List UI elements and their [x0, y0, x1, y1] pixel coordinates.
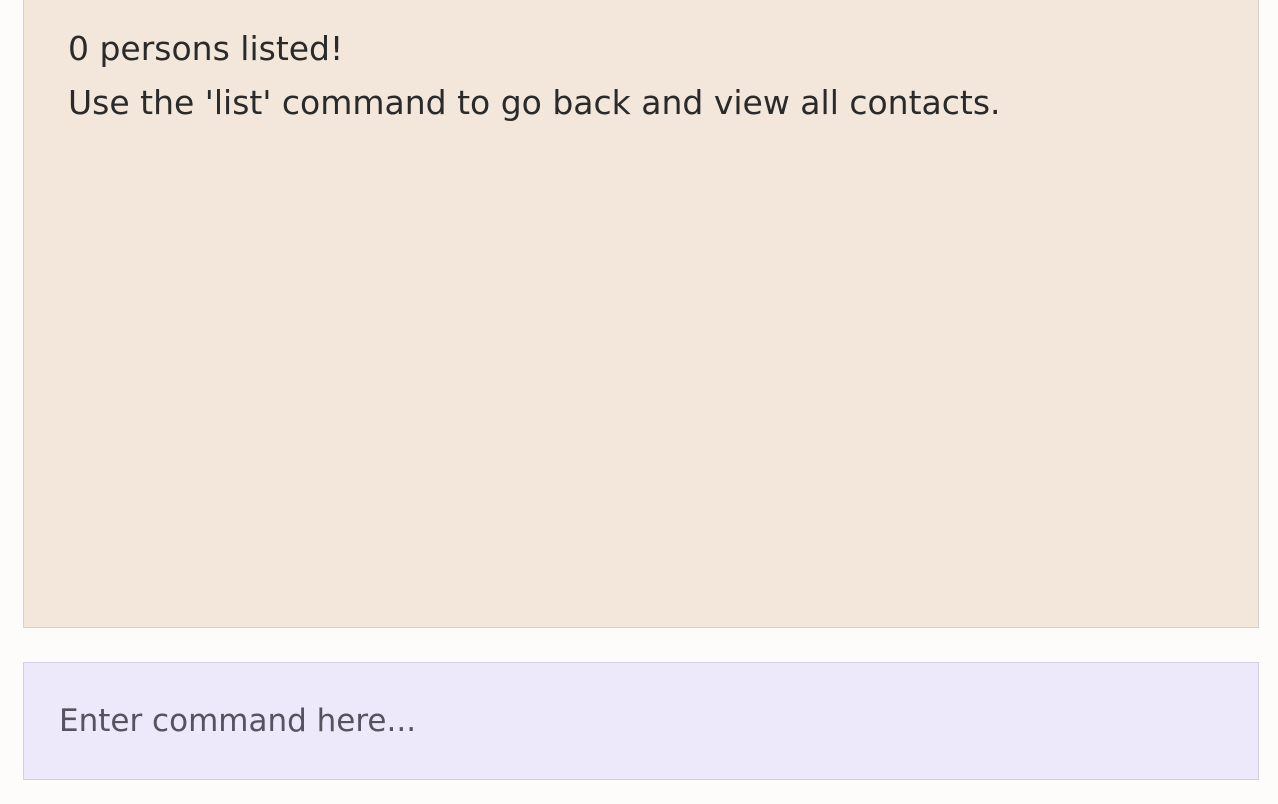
result-message-line: Use the 'list' command to go back and vi…: [68, 83, 1001, 122]
command-input[interactable]: [24, 663, 1258, 779]
result-message-line: 0 persons listed!: [68, 29, 344, 68]
command-box: [23, 662, 1259, 780]
app-window: 0 persons listed! Use the 'list' command…: [0, 0, 1278, 804]
result-display: 0 persons listed! Use the 'list' command…: [23, 0, 1259, 628]
